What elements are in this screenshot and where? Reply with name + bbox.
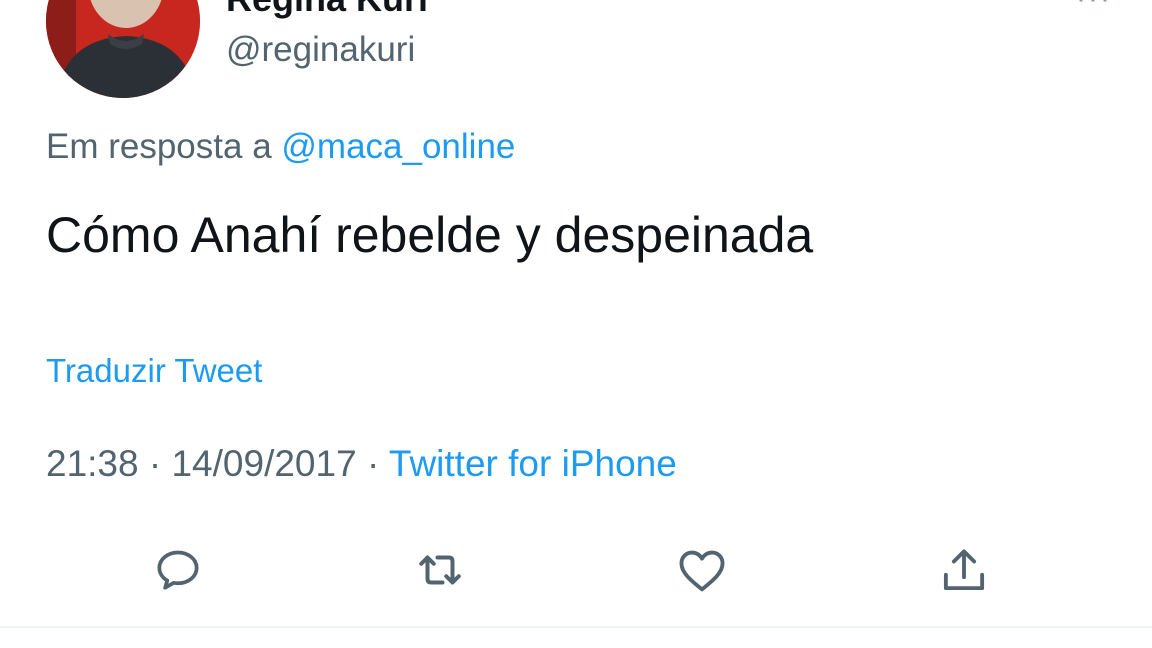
tweet-time[interactable]: 21:38 (46, 443, 139, 484)
retweet-button[interactable] (410, 540, 470, 600)
reply-prefix: Em resposta a (46, 127, 272, 166)
user-handle[interactable]: @reginakuri (226, 30, 415, 70)
more-options-icon[interactable]: ··· (1076, 0, 1112, 16)
tweet-source-link[interactable]: Twitter for iPhone (389, 443, 677, 484)
share-button[interactable] (934, 540, 994, 600)
separator-dot: · (366, 443, 380, 484)
tweet-date[interactable]: 14/09/2017 (171, 443, 356, 484)
reply-button[interactable] (148, 540, 208, 600)
separator-dot: · (148, 443, 162, 484)
reply-mention-link[interactable]: @maca_online (281, 127, 515, 166)
reply-icon (157, 550, 199, 590)
action-bar (0, 540, 1152, 600)
translate-tweet-link[interactable]: Traduzir Tweet (46, 352, 262, 390)
share-icon (943, 549, 985, 591)
bottom-divider (0, 626, 1152, 628)
avatar-image (46, 0, 200, 98)
like-icon (679, 550, 725, 592)
tweet-card: Regina Kuri @reginakuri ··· Em resposta … (0, 0, 1152, 648)
tweet-text: Cómo Anahí rebelde y despeinada (46, 207, 814, 263)
reply-context: Em resposta a @maca_online (46, 127, 515, 167)
display-name[interactable]: Regina Kuri (226, 0, 428, 20)
avatar[interactable] (46, 0, 200, 98)
retweet-icon (419, 555, 461, 585)
tweet-metadata: 21:38 · 14/09/2017 · Twitter for iPhone (46, 443, 677, 485)
like-button[interactable] (672, 540, 732, 600)
